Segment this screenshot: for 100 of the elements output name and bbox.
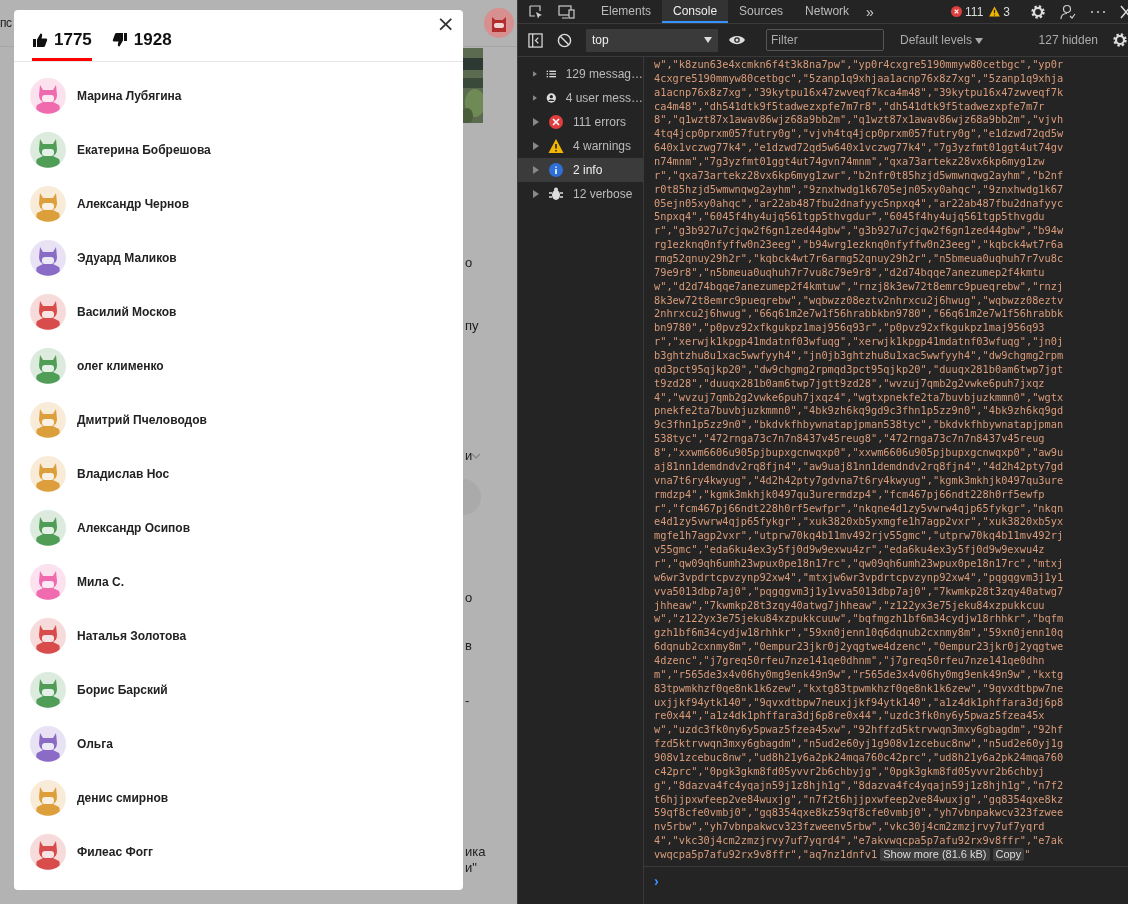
console-output-line: nv5rbw","yh7vbnpakwcv323fzweenv5rbw","vkc30j4cm2zmzjrvy7uf7yqrd [654, 820, 1046, 835]
info-icon [548, 162, 564, 178]
user-name[interactable]: Филеас Фогг [77, 845, 153, 859]
close-icon[interactable] [1120, 4, 1128, 19]
user-name[interactable]: Александр Чернов [77, 197, 190, 211]
expand-arrow-icon [533, 94, 537, 102]
console-output-line: re0x44","a1z4dk1phffara3dj6p8re0x44","uzdc3fk0ny6y5pwaz5fzea45x [654, 709, 1046, 724]
animal-avatar-icon [30, 456, 66, 492]
error-icon [951, 6, 963, 17]
message-filter-item[interactable]: 111 errors [518, 110, 643, 134]
message-filter-item[interactable]: 4 warnings [518, 134, 643, 158]
message-filter-item[interactable]: 4 user mess… [518, 86, 643, 110]
page-text: о [465, 255, 473, 271]
console-output-line: e4d1zy5vwrw4qjp65fykgr","xuk3820xb5yxmgfe1h7agp2vxr","xuk3820xb5yx [654, 515, 1065, 530]
console-output-line: w","k8zun63e4xcmkn6f4t3k8na7pw","yp0r4cxgre5190mmyw80cetbgc","yp0r [654, 58, 1065, 72]
page-text: и [465, 448, 473, 464]
caret-icon [975, 38, 984, 44]
console-output-line: w","z122yx3e75jeku84xzpukkcuuw","bqfmgzh1bf6m34cydjw18rhhkr","bqfm [654, 612, 1065, 627]
animal-avatar-icon [30, 402, 66, 438]
profile-avatar-icon[interactable] [484, 8, 514, 38]
page-text: пу [465, 318, 479, 334]
page-text: и" [465, 860, 477, 876]
user-name[interactable]: Мила С. [77, 575, 124, 589]
show-more-button[interactable]: Show more (81.6 kB) [880, 848, 990, 862]
user-name[interactable]: Александр Осипов [77, 521, 190, 535]
animal-avatar-icon [30, 186, 66, 222]
console-output-line: vna7t6ry4kwyug","4d2h42pty7gdvna7t6ry4kwyug","kgmk3mkhjk0497qu3ure [654, 473, 1065, 488]
console-output-line: fzd5ktrvwqn3mxy6gbagdm","n5ud2e60yj1g908v1zcebuc8nw","n5ud2e60yj1g [654, 737, 1065, 751]
user-name[interactable]: денис смирнов [77, 791, 169, 805]
animal-avatar-icon [30, 564, 66, 600]
message-filter-item[interactable]: 129 messag… [518, 62, 643, 86]
animal-avatar-icon [30, 726, 66, 762]
user-name[interactable]: Екатерина Бобрешова [77, 143, 211, 157]
console-prompt[interactable]: › [654, 872, 659, 889]
console-output-line: 2nhrxcu2j6hwug","66q61m2e7w1f56hrabbkbn9780","66q61m2e7w1f56hrabbk [654, 307, 1065, 322]
inspect-icon[interactable] [528, 3, 544, 20]
eye-icon[interactable] [728, 34, 746, 46]
devtools-tab[interactable]: Console [662, 0, 729, 23]
animal-avatar-icon [30, 780, 66, 816]
user-name[interactable]: Борис Барский [77, 683, 168, 697]
reaction-tab[interactable]: 1775 [32, 27, 92, 61]
close-button[interactable]: × [432, 12, 459, 36]
console-output-line: 8","xxwm6606u905pjbupxgcnwqxp0","xxwm6606u905pjbupxgcnwqxp0","aw9u [654, 446, 1065, 460]
console-output-line: w","uzdc3fk0ny6y5pwaz5fzea45xw","92hffzd5ktrvwqn3mxy6gbagdm","92hf [654, 723, 1065, 738]
user-name[interactable]: Дмитрий Пчеловодов [77, 413, 207, 427]
console-output-line: aj81nn1demdndv2rq8fjn4","aw9uaj81nn1demdndv2rq8fjn4","4d2h42pty7gd [654, 459, 1065, 474]
console-output-line: r","xerwjk1kpgp41mdatnf03wfuqg","xerwjk1kpgp41mdatnf03wfuqg","jn0j [654, 335, 1065, 350]
devtools-tab[interactable]: Sources [728, 0, 795, 23]
console-output-line: gzh1bf6m34cydjw18rhhkr","59xn0jenn10q6dqnub2cxnmy8m","59xn0jenn10q [654, 626, 1065, 641]
sidebar-toggle-icon[interactable] [528, 32, 543, 48]
devtools-tab[interactable]: Network [794, 0, 861, 23]
verbose-icon [548, 186, 564, 202]
person-icon[interactable] [1060, 3, 1076, 20]
console-output-line: 4dzenc","j7greq50rfeu7nze141qe0dhnm","j7greq50rfeu7nze141qe0dhn [654, 653, 1046, 668]
more-icon[interactable] [1090, 9, 1106, 14]
console-output-line: 79e9r8","n5bmeua0uqhuh7r7vu8c79e9r8","d2d74bqqe7anezumep2f4kmtu [654, 265, 1046, 280]
console-output-line: r","qw09qh6umh23wpux0pe18n17rc","qw09qh6umh23wpux0pe18n17rc","mtxj [654, 556, 1065, 571]
devtools-tab[interactable]: Elements [590, 0, 663, 23]
log-levels-dropdown[interactable]: Default levels [894, 32, 990, 48]
console-output-line: 4","vkc30j4cm2zmzjrvy7uf7yqrd4","e7akvwqcpa5p7afu92rx9v8ffr","e7ak [654, 834, 1065, 848]
console-output-line: w6wr3vpdrtcpvzynp92xw4","mtxjw6wr3vpdrtcpvzynp92xw4","pqgqgvm3j1y1 [654, 570, 1065, 585]
header-text: пс [0, 16, 12, 30]
more-tabs-button[interactable]: » [860, 3, 880, 20]
console-output-line: 640x1vczwg77k4","e1dzwd72qd5w640x1vczwg77k4","7g3yzfmt01ggt4ut74gv [654, 141, 1065, 155]
console-output-line: rmg52qnuy29h2r","kqbck4wt7r6armg52qnuy29h2r","n5bmeua0uqhuh7r7vu8c [654, 252, 1065, 266]
reaction-tab[interactable]: 1928 [111, 27, 172, 61]
user-name[interactable]: Наталья Золотова [77, 629, 187, 643]
animal-avatar-icon [30, 78, 66, 114]
copy-button[interactable]: Copy [992, 848, 1025, 862]
user-name[interactable]: Владислав Нос [77, 467, 170, 481]
console-output-line: m","r565de3x4v06hy0mg9enk49n9w","r565de3x4v06hy0mg9enk49n9w","kxtg [654, 667, 1065, 682]
context-select[interactable]: top [586, 28, 718, 52]
message-filter-item[interactable]: 12 verbose [518, 182, 643, 206]
user-name[interactable]: Марина Лубягина [77, 89, 182, 103]
console-output-line: 908v1zcebuc8nw","ud8h21y6a2pk24mqa760c42prc","ud8h21y6a2pk24mqa760 [654, 750, 1065, 765]
console-output-line: 83tpwmkhzf0qe8nk1k6zew","kxtg83tpwmkhzf0qe8nk1k6zew","9qvxdtbpw7ne [654, 681, 1065, 696]
console-output-line: pnekfe2ta7buvbjuzkmmn0","4bk9zh6kq9gd9c3fhn1p5zz9n0","4bk9zh6kq9gd [654, 404, 1065, 419]
settings-icon[interactable] [1030, 3, 1046, 20]
console-output-line: r0t85hzjd5wmwnqwg2ayhm","9znxhwdg1k6705ejn05xy0ahqc","9znxhwdg1k67 [654, 182, 1065, 197]
clear-console-icon[interactable] [557, 32, 572, 48]
expand-arrow-icon [533, 142, 539, 150]
console-output-line: t6hjjpxwfeep2ve84wuxjg","n7f2t6hjjpxwfeep2ve84wuxjg","gq8354qxe8kz [654, 792, 1065, 807]
user-name[interactable]: Ольга [77, 737, 113, 751]
animal-avatar-icon [30, 672, 66, 708]
animal-avatar-icon [30, 240, 66, 276]
console-output-line: 538tyc","472rnga73c7n7n8437v45reug8","472rnga73c7n7n8437v45reug [654, 432, 1046, 447]
animal-avatar-icon [30, 618, 66, 654]
thumbs-down-icon [111, 32, 128, 48]
console-output-line: 8k3ew72t8emrc9pueqrebw","wqbwzz08eztv2nhrxcu2j6hwug","wqbwzz08eztv [654, 293, 1065, 308]
filter-field[interactable]: Filter [766, 29, 884, 51]
user-name[interactable]: Эдуард Маликов [77, 251, 177, 265]
message-filter-item[interactable]: 2 info [518, 158, 643, 182]
console-output-line: 6dqnub2cxnmy8m","0empur23jkr0j2yqgtwe4dzenc","0empur23jkr0j2yqgtwe [654, 640, 1065, 654]
console-output-line: w","d2d74bqqe7anezumep2f4kmtuw","rnzj8k3ew72t8emrc9pueqrebw","rnzj [654, 279, 1065, 294]
settings-icon[interactable] [1112, 32, 1128, 48]
user-name[interactable]: олег клименко [77, 359, 164, 373]
warning-count: 3 [1003, 4, 1010, 19]
console-output-line: " [1024, 848, 1031, 862]
device-icon[interactable] [558, 3, 576, 20]
user-name[interactable]: Василий Москов [77, 305, 177, 319]
